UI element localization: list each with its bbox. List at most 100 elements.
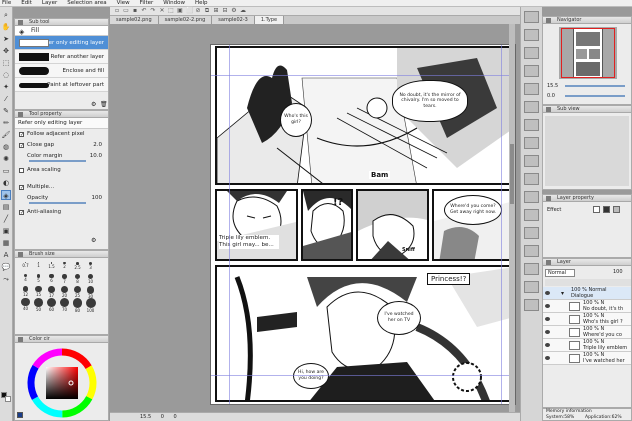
dock-button[interactable] [524, 29, 539, 41]
tab-sample02[interactable]: sample02.png [110, 16, 159, 24]
eye-icon[interactable] [545, 304, 550, 308]
dock-button[interactable] [524, 173, 539, 185]
balloon-tool-icon[interactable]: 💬 [1, 262, 11, 272]
brush-size-option[interactable]: 0.7 [19, 261, 32, 273]
navigator-zoom-slider[interactable] [565, 85, 625, 87]
brush-size-option[interactable]: 1 [32, 261, 45, 273]
tab-sample02-3[interactable]: sample02-3 [212, 16, 255, 24]
brush-size-option[interactable]: 4 [19, 273, 32, 285]
brush-size-option[interactable]: 2 [58, 261, 71, 273]
layer-item[interactable]: 100 % N Triple lily emblem [543, 339, 631, 352]
menu-edit[interactable]: Edit [21, 0, 32, 6]
fill-tool-icon[interactable]: ◈ [1, 190, 11, 200]
invert-icon[interactable]: ⧉ [204, 8, 210, 14]
open-icon[interactable]: ▭ [123, 8, 129, 14]
menu-selection-area[interactable]: Selection area [67, 0, 106, 6]
pen-tool-icon[interactable]: ✎ [1, 106, 11, 116]
eye-icon[interactable] [545, 291, 550, 295]
dock-button[interactable] [524, 11, 539, 23]
layer-item[interactable]: 100 % N I've watched her [543, 352, 631, 365]
color-margin-row[interactable]: Color margin 10.0 [15, 151, 108, 162]
color-wheel[interactable] [27, 348, 97, 418]
opacity-row[interactable]: Opacity 100 [15, 193, 108, 204]
brush-size-option[interactable]: 40 [19, 297, 32, 311]
ruler-tool-icon[interactable]: ▦ [1, 238, 11, 248]
brush-size-option[interactable]: 8 [71, 273, 84, 285]
eye-icon[interactable] [545, 356, 550, 360]
brush-size-option[interactable]: 5 [32, 273, 45, 285]
close-gap-row[interactable]: ✓ Close gap 2.0 [15, 140, 108, 151]
gradient-tool-icon[interactable]: ▤ [1, 202, 11, 212]
dock-button[interactable] [524, 263, 539, 275]
hand-tool-icon[interactable]: ✋ [1, 22, 11, 32]
eye-icon[interactable] [545, 343, 550, 347]
brush-size-option[interactable]: 30 [84, 285, 97, 299]
dock-button[interactable] [524, 119, 539, 131]
text-tool-icon[interactable]: A [1, 250, 11, 260]
brush-size-option[interactable]: 6 [45, 273, 58, 285]
area-scaling-row[interactable]: Area scaling [15, 165, 108, 176]
fill-command-icon[interactable]: ▣ [177, 8, 183, 14]
multiple-checkbox[interactable]: ✓ [19, 185, 24, 191]
dock-button[interactable] [524, 209, 539, 221]
main-color-indicator[interactable] [17, 412, 23, 418]
brush-size-option[interactable]: 20 [58, 285, 71, 298]
correct-line-tool-icon[interactable]: ⤳ [1, 274, 11, 284]
navigator-view-frame[interactable] [561, 28, 615, 78]
brush-size-option[interactable]: 15 [32, 285, 45, 297]
selection-tool-icon[interactable]: ⬚ [1, 58, 11, 68]
close-gap-value[interactable]: 2.0 [93, 142, 102, 149]
anti-aliasing-row[interactable]: ✓ Anti-aliasing [15, 207, 108, 218]
pencil-tool-icon[interactable]: ✏ [1, 118, 11, 128]
tab-sample02-2[interactable]: sample02-2.png [158, 16, 213, 24]
snap-ruler-icon[interactable]: ⊞ [213, 8, 219, 14]
undo-icon[interactable]: ↶ [141, 8, 147, 14]
settings-icon[interactable]: ⚙ [91, 237, 96, 244]
navigator-preview[interactable] [559, 27, 617, 79]
operation-tool-icon[interactable]: ➤ [1, 34, 11, 44]
redo-icon[interactable]: ↷ [150, 8, 156, 14]
multiple-row[interactable]: ✓ Multiple... [15, 182, 108, 193]
brush-size-option[interactable]: 7 [58, 273, 71, 285]
menu-window[interactable]: Window [163, 0, 185, 6]
brush-size-option[interactable]: 100 [84, 297, 97, 313]
eye-icon[interactable] [545, 330, 550, 334]
dock-button[interactable] [524, 101, 539, 113]
brush-size-option[interactable]: 10 [84, 273, 97, 285]
save-icon[interactable]: ▪ [132, 8, 138, 14]
brush-size-option[interactable]: 25 [71, 285, 84, 298]
manga-page[interactable]: Who's this girl? No doubt, it's the mirr… [210, 44, 516, 405]
decoration-tool-icon[interactable]: ✺ [1, 154, 11, 164]
snap-grid-icon[interactable]: ⊟ [222, 8, 228, 14]
clear-icon[interactable]: ✕ [159, 8, 165, 14]
menu-layer[interactable]: Layer [42, 0, 57, 6]
tab-1-type[interactable]: 1.Type [254, 16, 285, 24]
settings-icon[interactable]: ⚙ [91, 101, 96, 108]
navigator-angle[interactable]: 0.0 [547, 93, 555, 99]
dock-button[interactable] [524, 47, 539, 59]
layer-item[interactable]: 100 % N Where'd you co [543, 326, 631, 339]
dock-button[interactable] [524, 137, 539, 149]
layer-item[interactable]: 100 % N Who's this girl ? [543, 313, 631, 326]
menu-view[interactable]: View [117, 0, 130, 6]
select-all-icon[interactable]: ⬜ [186, 8, 193, 14]
color-margin-value[interactable]: 10.0 [90, 153, 102, 160]
navigator-zoom[interactable]: 15.5 [547, 83, 558, 89]
follow-adjacent-row[interactable]: ✓ Follow adjacent pixel [15, 129, 108, 140]
brush-size-option[interactable]: 17 [45, 285, 58, 298]
dock-button[interactable] [524, 227, 539, 239]
sub-tool-refer-another-layer[interactable]: Refer another layer [15, 50, 108, 64]
brush-size-option[interactable]: 60 [45, 297, 58, 312]
menu-help[interactable]: Help [195, 0, 208, 6]
transform-icon[interactable]: ⬚ [168, 8, 174, 14]
anti-aliasing-checkbox[interactable]: ✓ [19, 210, 24, 216]
dock-button[interactable] [524, 245, 539, 257]
sub-tool-enclose-and-fill[interactable]: Enclose and fill [15, 64, 108, 78]
sub-color-swatch[interactable] [5, 396, 11, 402]
scrollbar-thumb[interactable] [510, 144, 514, 204]
eye-icon[interactable] [545, 317, 550, 321]
brush-size-option[interactable]: 12 [19, 285, 32, 297]
brush-tool-icon[interactable]: 🖌 [1, 130, 11, 140]
navigator-angle-slider[interactable] [565, 95, 625, 97]
deselect-icon[interactable]: ⊘ [195, 8, 201, 14]
